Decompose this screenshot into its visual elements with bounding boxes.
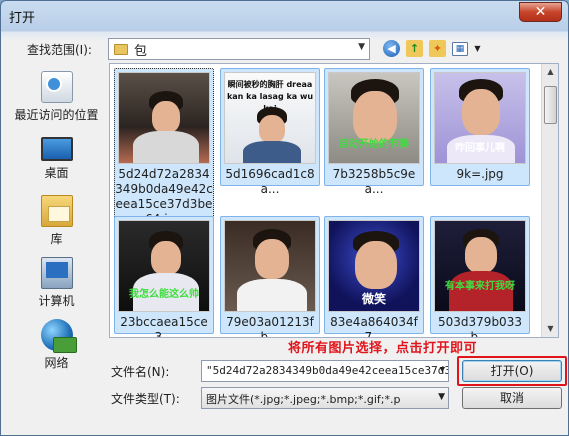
network-icon (40, 319, 77, 353)
file-item[interactable]: 我怎么能这么帅 23bccaea15ce3... (114, 216, 214, 337)
file-thumbnail: 咋回事儿啊 (434, 72, 526, 164)
desktop-icon (40, 137, 73, 161)
look-in-dropdown[interactable]: 包 ▼ (108, 38, 370, 60)
place-label: 计算机 (38, 294, 75, 308)
file-thumbnail: 我怎么能这么帅 (118, 220, 210, 312)
file-name: 79e03a01213fb... (226, 315, 314, 338)
filename-label: 文件名(N): (111, 365, 170, 379)
place-libraries[interactable]: 库 (6, 195, 107, 247)
thumbnail-face (259, 115, 285, 143)
computer-icon (40, 257, 73, 289)
scroll-up-icon[interactable]: ▲ (543, 64, 558, 80)
thumbnail-caption: 咋回事儿啊 (455, 143, 505, 154)
thumbnail-face (462, 89, 500, 135)
file-item[interactable]: 自动开始的节奏 7b3258b5c9ea... (324, 68, 424, 196)
file-list[interactable]: 5d24d72a2834349b0da49e42ceea15ce37d3be64… (109, 63, 559, 338)
thumbnail-face (152, 101, 180, 133)
place-computer[interactable]: 计算机 (6, 257, 107, 309)
place-recent[interactable]: 最近访问的位置 (6, 71, 107, 123)
thumbnail-caption: 自动开始的节奏 (339, 139, 409, 150)
filetype-value: 图片文件(*.jpg;*.jpeg;*.bmp;*.gif;*.p (206, 393, 401, 406)
file-thumbnail: 有本事来打我呀 (434, 220, 526, 312)
file-name: 9k=.jpg (456, 167, 504, 181)
libraries-icon (40, 195, 73, 227)
new-folder-icon[interactable]: ✦ (429, 40, 446, 57)
chevron-down-icon: ▼ (358, 42, 365, 52)
thumbnail-caption: 有本事来打我呀 (445, 281, 515, 292)
dialog-footer: 文件名(N): "5d24d72a2834349b0da49e42ceea15c… (1, 353, 568, 436)
thumbnail-body (237, 279, 307, 311)
look-in-label: 查找范围(I): (27, 43, 92, 57)
thumbnail-caption: 微笑 (361, 292, 386, 306)
file-thumbnail (224, 220, 316, 312)
filetype-select[interactable]: 图片文件(*.jpg;*.jpeg;*.bmp;*.gif;*.p ▼ (201, 387, 449, 409)
file-item[interactable]: 瞬间被秒的胸肝 dreaa kan ka lasag ka wu kai 5d1… (220, 68, 320, 196)
open-button[interactable]: 打开(O) (462, 360, 562, 382)
filename-value: "5d24d72a2834349b0da49e42ceea15ce37d3 (206, 364, 449, 377)
scroll-down-icon[interactable]: ▼ (543, 321, 558, 337)
file-name: 5d1696cad1c8a... (225, 167, 315, 196)
toolbar: ◀ ↑ ✦ ▦ ▼ (383, 40, 481, 57)
thumbnail-face (353, 91, 397, 143)
file-name: 83e4a864034f7... (330, 315, 418, 338)
look-in-row: 查找范围(I): 包 ▼ ◀ ↑ ✦ ▦ ▼ (1, 37, 568, 61)
views-dropdown-icon[interactable]: ▼ (474, 40, 481, 57)
file-thumbnail (118, 72, 210, 164)
file-item[interactable]: 微笑 83e4a864034f7... (324, 216, 424, 337)
close-button[interactable]: ✕ (519, 2, 562, 22)
chevron-down-icon[interactable]: ▼ (440, 365, 445, 375)
vertical-scrollbar[interactable]: ▲ ▼ (541, 64, 558, 337)
place-desktop[interactable]: 桌面 (6, 133, 107, 181)
thumbnail-face (355, 241, 397, 289)
file-name: 23bccaea15ce3... (120, 315, 208, 338)
places-bar: 最近访问的位置 桌面 库 计算机 网络 (6, 67, 107, 397)
file-item[interactable]: 咋回事儿啊 9k=.jpg (430, 68, 530, 186)
thumbnail-face (255, 239, 289, 279)
file-thumbnail: 自动开始的节奏 (328, 72, 420, 164)
folder-icon (114, 43, 128, 55)
views-menu-icon[interactable]: ▦ (452, 41, 468, 56)
open-file-dialog: 打开 ✕ 查找范围(I): 包 ▼ ◀ ↑ ✦ ▦ ▼ 最近访问的位置 桌面 库 (0, 0, 569, 436)
thumbnail-caption: 我怎么能这么帅 (129, 289, 199, 300)
file-item[interactable]: 有本事来打我呀 503d379b033b... (430, 216, 530, 337)
file-item[interactable]: 5d24d72a2834349b0da49e42ceea15ce37d3be64… (114, 68, 214, 238)
thumbnail-face (465, 237, 497, 273)
chevron-down-icon: ▼ (438, 392, 445, 402)
look-in-value: 包 (134, 43, 148, 59)
file-item[interactable]: 79e03a01213fb... (220, 216, 320, 337)
filetype-label: 文件类型(T): (111, 392, 180, 406)
scrollbar-thumb[interactable] (544, 86, 557, 124)
place-label: 最近访问的位置 (14, 108, 99, 122)
title-bar: 打开 ✕ (1, 1, 568, 31)
filename-input[interactable]: "5d24d72a2834349b0da49e42ceea15ce37d3 ▼ (201, 360, 449, 382)
up-folder-icon[interactable]: ↑ (406, 40, 423, 57)
window-title: 打开 (9, 10, 36, 26)
place-label: 库 (50, 232, 63, 246)
file-thumbnail: 微笑 (328, 220, 420, 312)
thumbnail-face (151, 241, 181, 275)
place-label: 桌面 (44, 166, 69, 180)
file-thumbnail: 瞬间被秒的胸肝 dreaa kan ka lasag ka wu kai (224, 72, 316, 164)
back-arrow-icon[interactable]: ◀ (383, 40, 400, 57)
file-name: 503d379b033b... (438, 315, 522, 338)
cancel-button[interactable]: 取消 (462, 387, 562, 409)
thumbnail-body (243, 141, 301, 163)
thumbnail-body (133, 131, 199, 163)
file-name: 7b3258b5c9ea... (332, 167, 416, 196)
recent-places-icon (40, 71, 73, 103)
